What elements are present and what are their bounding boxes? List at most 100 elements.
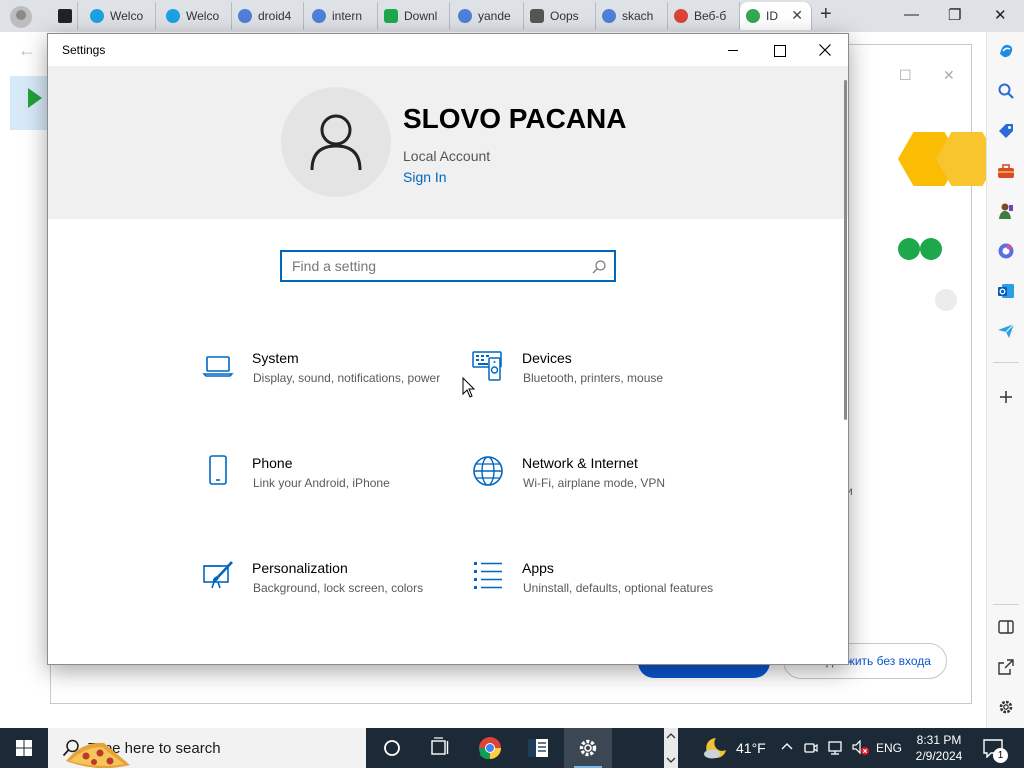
settings-taskbar-button[interactable] [564,728,612,768]
browser-tab[interactable]: yande [452,2,524,30]
browser-tab[interactable]: ID ✕ [740,2,812,30]
minimize-button[interactable] [710,34,756,66]
tile-title: Personalization [252,560,348,576]
clock[interactable]: 8:31 PM 2/9/2024 [912,732,966,764]
account-header: SLOVO PACANA Local Account Sign In [48,66,848,219]
browser-restore-button[interactable]: ❐ [948,6,961,24]
tools-icon[interactable] [997,162,1015,180]
browser-tab[interactable]: Downl [378,2,450,30]
avatar[interactable] [281,87,391,197]
close-icon [819,44,831,56]
taskbar: Type here to search 41°F ENG 8:31 PM 2/9… [0,728,1024,768]
find-setting-box[interactable] [280,250,616,282]
phone-icon [209,455,227,485]
user-icon [310,114,362,171]
tile-apps[interactable]: Apps Uninstall, defaults, optional featu… [472,560,722,640]
tile-description: Background, lock screen, colors [253,581,424,595]
tile-title: System [252,350,299,366]
green-toggle-illustration [898,238,944,260]
browser-tab-strip: Welco Welco droid4 intern Downl yande Oops skac… [0,0,1024,32]
browser-tab[interactable]: Welco [160,2,232,30]
browser-tab-label: Welco [110,9,144,23]
browser-tab[interactable]: Welco [84,2,156,30]
edge-sidebar [986,32,1024,728]
browser-tab-label: ID [766,9,778,23]
browser-tab-label: Oops [550,9,579,23]
browser-tab[interactable]: skach [596,2,668,30]
sign-in-link[interactable]: Sign In [403,169,447,185]
sidebar-panel-icon[interactable] [997,618,1015,636]
tab-actions-icon [58,9,72,23]
outlook-icon[interactable] [997,282,1015,300]
start-button[interactable] [0,728,48,768]
tile-phone[interactable]: Phone Link your Android, iPhone [202,455,452,535]
reader-taskbar-button[interactable] [514,728,562,768]
input-language[interactable]: ENG [876,741,902,755]
search-icon [602,9,616,23]
show-hidden-icons-chevron-icon[interactable] [780,740,794,754]
tile-system[interactable]: System Display, sound, notifications, po… [202,350,452,430]
clock-time: 8:31 PM [916,733,962,747]
maximize-button[interactable] [756,34,802,66]
tab-search-icon-button[interactable] [50,2,78,30]
bg-maximize-icon[interactable]: ☐ [899,67,912,84]
profile-avatar-icon[interactable] [10,6,32,28]
games-icon[interactable] [997,202,1015,220]
shopping-tag-icon[interactable] [997,122,1015,140]
search-icon[interactable] [592,260,606,274]
settings-window: Settings SLOVO PACANA Local Account Sign… [47,33,849,665]
back-arrow-icon[interactable]: ← [18,40,36,61]
browser-tab-label: intern [332,9,363,23]
tile-description: Link your Android, iPhone [253,476,390,490]
settings-gear-icon [579,739,597,757]
weather-temperature[interactable]: 41°F [736,740,766,756]
browser-tab[interactable]: intern [306,2,378,30]
scrollbar[interactable] [844,80,847,420]
task-view-button[interactable] [416,728,464,768]
tile-personalization[interactable]: Personalization Background, lock screen,… [202,560,452,640]
taskbar-scroll-button[interactable] [664,728,678,768]
browser-minimize-button[interactable]: — [904,6,919,23]
search-icon[interactable] [997,82,1015,100]
cortana-button[interactable] [368,728,416,768]
close-tab-icon[interactable]: ✕ [791,7,803,24]
taskbar-search-box[interactable]: Type here to search [48,728,366,768]
search-input[interactable] [282,252,582,280]
browser-close-button[interactable]: ✕ [994,6,1007,24]
settings-gear-icon[interactable] [997,698,1015,716]
add-icon[interactable] [997,388,1015,406]
copilot-icon[interactable] [997,42,1015,60]
open-external-icon[interactable] [997,658,1015,676]
edge-icon [166,9,180,23]
windows-logo-icon [16,740,32,756]
browser-tab-label: Downl [404,9,438,23]
grey-dot [935,289,957,311]
bg-close-icon[interactable]: ✕ [943,67,955,84]
network-wired-icon[interactable] [828,740,844,756]
browser-tab[interactable]: Веб-б [668,2,740,30]
close-button[interactable] [802,34,848,66]
microsoft365-icon[interactable] [997,242,1015,260]
google-icon [746,9,760,23]
globe-icon [473,456,503,486]
tile-devices[interactable]: Devices Bluetooth, printers, mouse [472,350,722,430]
browser-tab-label: droid4 [258,9,292,23]
browser-tab[interactable]: droid4 [232,2,304,30]
weather-moon-icon[interactable] [702,736,728,760]
edge-icon [90,9,104,23]
hexagon-illustration [898,132,998,186]
volume-muted-icon[interactable] [852,740,870,756]
tile-network[interactable]: Network & Internet Wi-Fi, airplane mode,… [472,455,722,535]
meet-now-icon[interactable] [804,740,818,756]
tile-description: Wi-Fi, airplane mode, VPN [523,476,666,490]
tile-description: Uninstall, defaults, optional features [523,581,714,595]
new-tab-button[interactable]: + [820,3,832,26]
notification-count-badge: 1 [993,748,1008,763]
search-icon [312,9,326,23]
chevron-icon [666,733,676,763]
browser-tab[interactable]: Oops [524,2,596,30]
send-icon[interactable] [997,322,1015,340]
tile-description: Bluetooth, printers, mouse [523,371,664,385]
chrome-taskbar-button[interactable] [466,728,514,768]
settings-titlebar[interactable]: Settings [48,34,848,66]
